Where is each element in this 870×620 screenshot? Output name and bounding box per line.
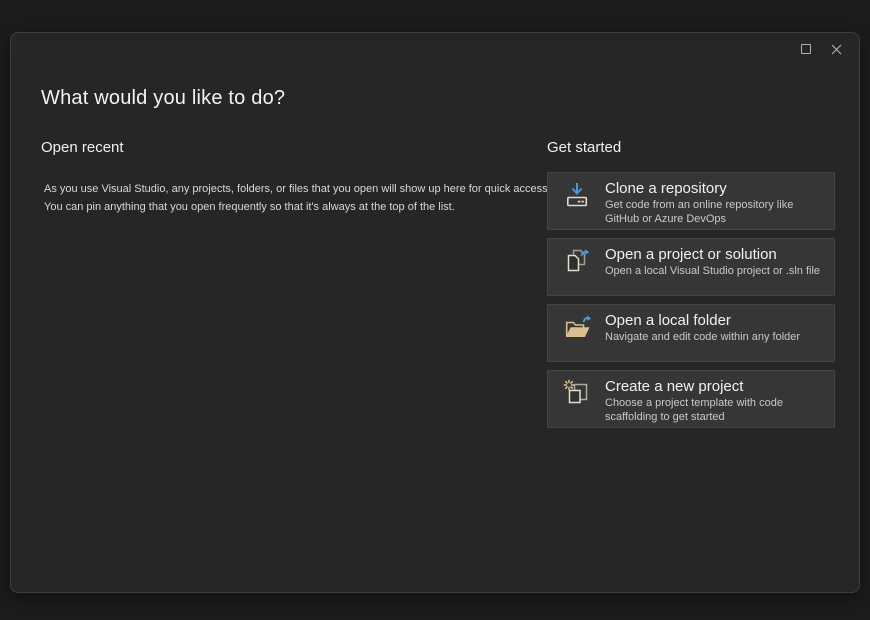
open-project-icon: [548, 239, 605, 276]
open-recent-heading: Open recent: [41, 139, 536, 156]
clone-repository-button[interactable]: Clone a repository Get code from an onli…: [547, 172, 835, 230]
window-controls: [791, 37, 851, 61]
card-description: Choose a project template with code scaf…: [605, 397, 826, 424]
open-folder-button[interactable]: Open a local folder Navigate and edit co…: [547, 304, 835, 362]
open-folder-icon: [548, 305, 605, 342]
get-started-section: Get started Clone a repository Get code …: [547, 139, 835, 428]
maximize-button[interactable]: [791, 37, 821, 61]
open-recent-section: Open recent As you use Visual Studio, an…: [41, 139, 536, 216]
card-title: Clone a repository: [605, 180, 826, 198]
open-project-button[interactable]: Open a project or solution Open a local …: [547, 238, 835, 296]
card-title: Open a project or solution: [605, 246, 820, 264]
card-description: Get code from an online repository like …: [605, 199, 826, 226]
card-title: Open a local folder: [605, 312, 800, 330]
new-project-icon: [548, 371, 605, 408]
start-window-dialog: What would you like to do? Open recent A…: [10, 32, 860, 593]
get-started-card-list: Clone a repository Get code from an onli…: [547, 172, 835, 428]
card-description: Open a local Visual Studio project or .s…: [605, 265, 820, 279]
maximize-icon: [801, 44, 811, 54]
get-started-heading: Get started: [547, 139, 835, 156]
open-recent-hint-line: You can pin anything that you open frequ…: [44, 198, 536, 216]
page-title: What would you like to do?: [41, 87, 285, 110]
card-description: Navigate and edit code within any folder: [605, 331, 800, 345]
open-recent-hint-line: As you use Visual Studio, any projects, …: [44, 180, 536, 198]
clone-repository-icon: [548, 173, 605, 210]
new-project-button[interactable]: Create a new project Choose a project te…: [547, 370, 835, 428]
card-title: Create a new project: [605, 378, 826, 396]
close-icon: [831, 44, 842, 55]
close-button[interactable]: [821, 37, 851, 61]
